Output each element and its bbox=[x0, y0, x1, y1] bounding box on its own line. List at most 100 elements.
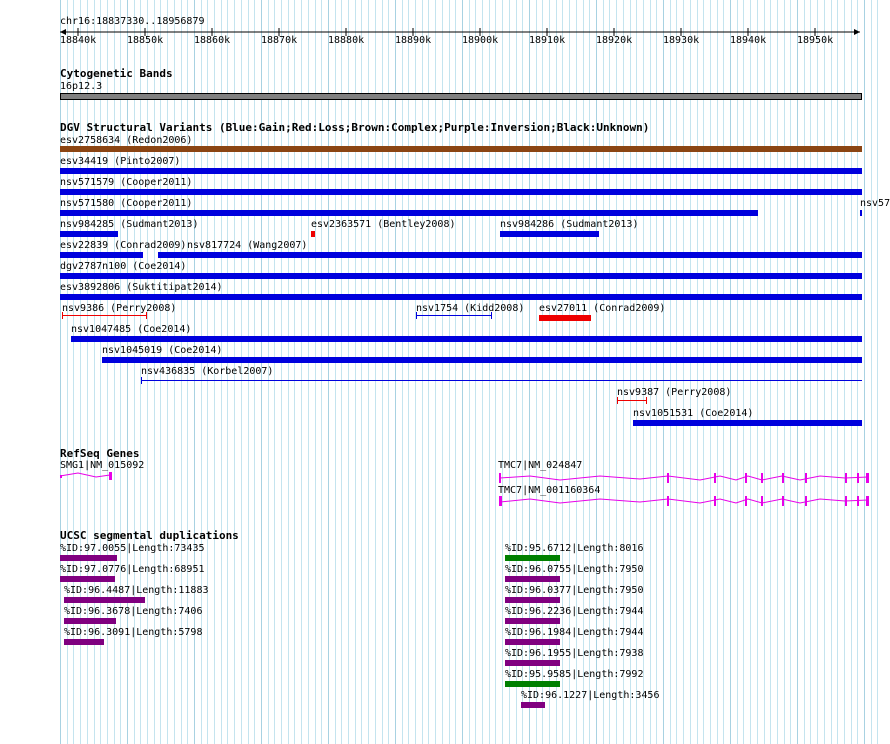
cytoband-track-title[interactable]: Cytogenetic Bands bbox=[60, 68, 173, 80]
dgv-variant-bar[interactable] bbox=[500, 231, 599, 237]
grid-line bbox=[703, 0, 704, 744]
segdup-bar[interactable] bbox=[505, 660, 560, 666]
dgv-variant-bar[interactable] bbox=[311, 231, 315, 237]
dgv-variant-bar[interactable] bbox=[62, 312, 147, 319]
grid-line bbox=[877, 0, 878, 744]
dgv-variant-label[interactable]: esv22839 (Conrad2009) bbox=[60, 240, 186, 251]
dgv-variant-label[interactable]: nsv1051531 (Coe2014) bbox=[633, 408, 753, 419]
grid-line bbox=[656, 0, 657, 744]
grid-line bbox=[690, 0, 691, 744]
dgv-variant-bar[interactable] bbox=[141, 377, 862, 384]
grid-line bbox=[683, 0, 684, 744]
dgv-variant-bar[interactable] bbox=[633, 420, 862, 426]
grid-line bbox=[495, 0, 496, 744]
dgv-variant-label[interactable]: nsv571579 (Cooper2011) bbox=[60, 177, 192, 188]
segdup-label[interactable]: %ID:95.6712|Length:8016 bbox=[505, 543, 643, 554]
dgv-variant-label[interactable]: esv2363571 (Bentley2008) bbox=[311, 219, 456, 230]
dgv-variant-bar[interactable] bbox=[158, 252, 862, 258]
ruler-tick-label: 18920k bbox=[596, 35, 633, 46]
segdup-label[interactable]: %ID:96.0377|Length:7950 bbox=[505, 585, 643, 596]
dgv-variant-bar[interactable] bbox=[617, 397, 647, 404]
grid-line bbox=[790, 0, 791, 744]
segdup-bar[interactable] bbox=[60, 555, 117, 561]
grid-line bbox=[482, 0, 483, 744]
segdup-label[interactable]: %ID:96.1984|Length:7944 bbox=[505, 627, 643, 638]
segdup-label[interactable]: %ID:96.1227|Length:3456 bbox=[521, 690, 659, 701]
ruler-tick-label: 18910k bbox=[529, 35, 566, 46]
grid-line bbox=[455, 0, 456, 744]
dgv-variant-label[interactable]: nsv436835 (Korbel2007) bbox=[141, 366, 273, 377]
segdup-bar[interactable] bbox=[521, 702, 545, 708]
segdup-label[interactable]: %ID:96.3678|Length:7406 bbox=[64, 606, 202, 617]
ruler-tick-label: 18840k bbox=[60, 35, 97, 46]
dgv-variant-label[interactable]: esv34419 (Pinto2007) bbox=[60, 156, 180, 167]
dgv-variant-bar[interactable] bbox=[416, 312, 492, 319]
grid-line bbox=[489, 0, 490, 744]
dgv-variant-bar[interactable] bbox=[102, 357, 862, 363]
dgv-variant-bar[interactable] bbox=[60, 252, 143, 258]
grid-line bbox=[368, 0, 369, 744]
dgv-variant-label[interactable]: esv27011 (Conrad2009) bbox=[539, 303, 665, 314]
dgv-variant-bar[interactable] bbox=[539, 315, 591, 321]
refseq-gene-models[interactable] bbox=[0, 468, 890, 508]
dgv-track-title[interactable]: DGV Structural Variants (Blue:Gain;Red:L… bbox=[60, 122, 649, 134]
grid-line bbox=[442, 0, 443, 744]
dgv-variant-label[interactable]: nsv57 bbox=[860, 198, 890, 209]
dgv-variant-bar[interactable] bbox=[60, 168, 862, 174]
segdup-bar[interactable] bbox=[505, 555, 560, 561]
segdup-label[interactable]: %ID:95.9585|Length:7992 bbox=[505, 669, 643, 680]
dgv-variant-bar[interactable] bbox=[860, 210, 862, 216]
segdup-label[interactable]: %ID:96.2236|Length:7944 bbox=[505, 606, 643, 617]
segdup-bar[interactable] bbox=[64, 597, 145, 603]
dgv-variant-label[interactable]: nsv817724 (Wang2007) bbox=[187, 240, 307, 251]
dgv-variant-bar[interactable] bbox=[60, 189, 862, 195]
dgv-variant-label[interactable]: dgv2787n100 (Coe2014) bbox=[60, 261, 186, 272]
ruler-tick-label: 18860k bbox=[194, 35, 231, 46]
segdup-label[interactable]: %ID:96.4487|Length:11883 bbox=[64, 585, 209, 596]
dgv-variant-label[interactable]: nsv1045019 (Coe2014) bbox=[102, 345, 222, 356]
dgv-variant-label[interactable]: esv3892806 (Suktitipat2014) bbox=[60, 282, 223, 293]
dgv-variant-label[interactable]: nsv1047485 (Coe2014) bbox=[71, 324, 191, 335]
cytoband-label: 16p12.3 bbox=[60, 81, 103, 92]
dgv-variant-bar[interactable] bbox=[60, 273, 862, 279]
grid-line bbox=[335, 0, 336, 744]
grid-line bbox=[784, 0, 785, 744]
segdup-bar[interactable] bbox=[505, 576, 560, 582]
gene-model-smg1 bbox=[59, 472, 112, 480]
grid-line bbox=[341, 0, 342, 744]
grid-line bbox=[750, 0, 751, 744]
ruler-tick-label: 18850k bbox=[127, 35, 164, 46]
dgv-variant-label[interactable]: nsv571580 (Cooper2011) bbox=[60, 198, 192, 209]
grid-line bbox=[757, 0, 758, 744]
segdup-bar[interactable] bbox=[505, 681, 560, 687]
dgv-variant-label[interactable]: nsv984285 (Sudmant2013) bbox=[60, 219, 198, 230]
grid-line bbox=[415, 0, 416, 744]
segdup-label[interactable]: %ID:96.0755|Length:7950 bbox=[505, 564, 643, 575]
dgv-variant-bar[interactable] bbox=[60, 231, 118, 237]
grid-line bbox=[670, 0, 671, 744]
refseq-track-title[interactable]: RefSeq Genes bbox=[60, 448, 139, 460]
segdup-label[interactable]: %ID:96.1955|Length:7938 bbox=[505, 648, 643, 659]
ruler-tick-label: 18930k bbox=[663, 35, 700, 46]
segdup-bar[interactable] bbox=[64, 639, 104, 645]
dgv-variant-bar[interactable] bbox=[60, 146, 862, 152]
segdup-label[interactable]: %ID:97.0776|Length:68951 bbox=[60, 564, 205, 575]
segdup-bar[interactable] bbox=[60, 576, 115, 582]
segdup-bar[interactable] bbox=[505, 618, 560, 624]
segdup-label[interactable]: %ID:97.0055|Length:73435 bbox=[60, 543, 205, 554]
segdup-label[interactable]: %ID:96.3091|Length:5798 bbox=[64, 627, 202, 638]
grid-line bbox=[328, 0, 329, 744]
segdup-bar[interactable] bbox=[505, 639, 560, 645]
ruler-tick-label: 18940k bbox=[730, 35, 767, 46]
grid-line bbox=[375, 0, 376, 744]
dgv-variant-bar[interactable] bbox=[60, 294, 862, 300]
cytoband-bar[interactable] bbox=[60, 93, 862, 100]
dgv-variant-bar[interactable] bbox=[60, 210, 758, 216]
grid-line bbox=[824, 0, 825, 744]
segdup-track-title[interactable]: UCSC segmental duplications bbox=[60, 530, 239, 542]
dgv-variant-label[interactable]: nsv984286 (Sudmant2013) bbox=[500, 219, 638, 230]
dgv-variant-label[interactable]: esv2758634 (Redon2006) bbox=[60, 135, 192, 146]
segdup-bar[interactable] bbox=[505, 597, 560, 603]
dgv-variant-bar[interactable] bbox=[71, 336, 862, 342]
segdup-bar[interactable] bbox=[64, 618, 116, 624]
